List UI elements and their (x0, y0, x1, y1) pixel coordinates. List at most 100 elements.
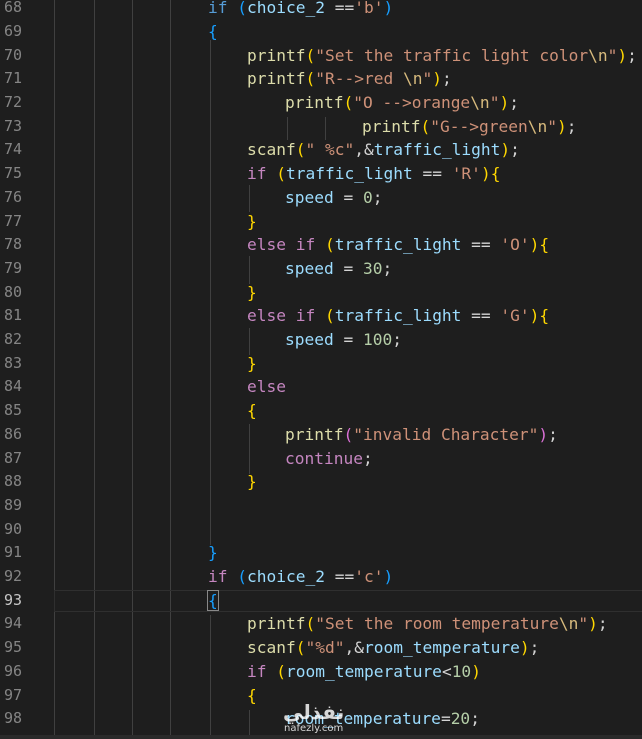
line-number: 70 (3, 45, 22, 64)
code-token: ) (471, 661, 481, 681)
code-line[interactable]: else (247, 375, 642, 399)
code-token: \n (402, 69, 423, 89)
code-line[interactable]: scanf("%d",&room_temperature); (247, 636, 642, 660)
code-token: == (412, 164, 452, 184)
line-number: 76 (3, 187, 22, 206)
line-number: 94 (3, 614, 22, 633)
code-token: } (247, 282, 257, 302)
code-token: "Set the room temperature (315, 614, 559, 634)
code-token: scanf (247, 638, 296, 658)
code-line[interactable]: printf("invalid Character"); (285, 423, 642, 447)
code-line[interactable]: { (247, 399, 642, 423)
code-token: 'R' (451, 164, 481, 184)
code-token: } (247, 472, 257, 492)
code-token: 'G' (500, 306, 530, 326)
code-line[interactable]: printf("G-->green\n"); (362, 115, 642, 139)
code-token: ) (500, 140, 511, 160)
code-line[interactable]: continue; (285, 447, 642, 471)
code-line[interactable]: else if (traffic_light == 'G'){ (247, 304, 642, 328)
code-token: 'b' (354, 0, 384, 18)
watermark-logo: نفذلي nafezly.com (283, 701, 363, 737)
code-line[interactable]: speed = 100; (285, 328, 642, 352)
code-token: 'O' (500, 235, 530, 255)
code-line[interactable]: printf("Set the traffic light color\n"); (247, 44, 642, 68)
code-token: ( (343, 424, 354, 444)
code-token: traffic_light (334, 306, 462, 326)
code-token: ( (305, 45, 316, 65)
code-token: printf (285, 424, 344, 444)
watermark-arabic-text: نفذلي (283, 700, 345, 724)
code-token: speed (285, 330, 334, 349)
code-token: } (247, 211, 257, 231)
indent-guide (170, 0, 171, 739)
line-number: 82 (3, 330, 22, 348)
code-token: "invalid Character" (353, 424, 539, 444)
code-token: = (333, 258, 363, 278)
code-line[interactable]: { (207, 589, 642, 613)
code-token: " (489, 93, 500, 112)
code-line[interactable]: else if (traffic_light == 'O'){ (247, 233, 642, 257)
code-line[interactable]: if (choice_2 =='b') (208, 0, 642, 20)
code-line[interactable]: { (208, 20, 642, 44)
code-token: ( (324, 306, 335, 326)
code-token: ; (362, 448, 373, 468)
code-line[interactable] (247, 518, 642, 542)
code-line[interactable]: scanf(" %c",&traffic_light); (247, 138, 642, 162)
indent-guide (325, 117, 326, 140)
code-token: ) (538, 424, 549, 444)
code-token: ) (519, 638, 530, 658)
code-token: == (461, 306, 501, 326)
code-token: ; (509, 93, 519, 112)
code-line[interactable]: } (247, 352, 642, 376)
line-number: 73 (3, 116, 22, 135)
line-number: 75 (3, 164, 22, 183)
code-token: } (208, 543, 218, 563)
code-line[interactable]: printf("Set the room temperature\n"); (247, 612, 642, 636)
code-token: ; (510, 140, 520, 160)
code-token: \n (588, 45, 608, 65)
code-token: room_temperature (286, 661, 442, 681)
horizontal-scrollbar[interactable] (0, 735, 642, 739)
code-token: else (247, 377, 286, 397)
code-token: 10 (451, 661, 472, 681)
code-token: ) (556, 116, 567, 136)
code-token: traffic_light (334, 235, 462, 255)
code-token: == (324, 0, 355, 18)
code-line[interactable]: } (247, 281, 642, 305)
code-line[interactable]: printf("R-->red \n"); (247, 67, 642, 91)
code-line[interactable]: printf("O -->orange\n"); (285, 91, 642, 115)
code-line[interactable] (247, 494, 642, 518)
code-token: \n (558, 614, 579, 634)
line-number: 72 (3, 93, 22, 111)
code-line[interactable]: speed = 0; (285, 186, 642, 210)
code-line[interactable]: speed = 30; (285, 257, 642, 281)
code-token: { (539, 306, 550, 326)
code-editor[interactable]: 68 69 70 71 72 73 74 75 76 77 78 79 80 81 82 83 84 85 86 87… (0, 0, 642, 739)
code-line[interactable]: if (room_temperature<10) (247, 660, 642, 684)
code-token: ; (392, 330, 402, 349)
code-token: ; (441, 69, 452, 89)
line-number: 74 (3, 140, 22, 159)
indent-guide (249, 424, 250, 474)
code-token: ; (548, 424, 558, 444)
code-token: scanf (247, 140, 296, 160)
code-line[interactable]: } (208, 541, 642, 565)
line-number: 86 (3, 424, 22, 443)
watermark-url-text: nafezly.com (284, 723, 344, 734)
code-line[interactable]: if (choice_2 =='c') (208, 565, 642, 589)
line-number: 79 (3, 258, 22, 277)
line-number: 77 (3, 211, 22, 230)
line-number: 96 (3, 661, 22, 680)
code-token: ) (529, 235, 540, 255)
code-line[interactable]: } (247, 470, 642, 494)
code-line[interactable]: } (247, 210, 642, 234)
code-token: ( (276, 661, 286, 681)
code-token: traffic_light (286, 164, 413, 184)
code-token: printf (247, 614, 306, 634)
code-token: \n (527, 116, 548, 136)
code-token: 0 (362, 187, 373, 207)
code-token: "Set the traffic light color (315, 45, 589, 65)
code-line[interactable]: if (traffic_light == 'R'){ (247, 162, 642, 186)
